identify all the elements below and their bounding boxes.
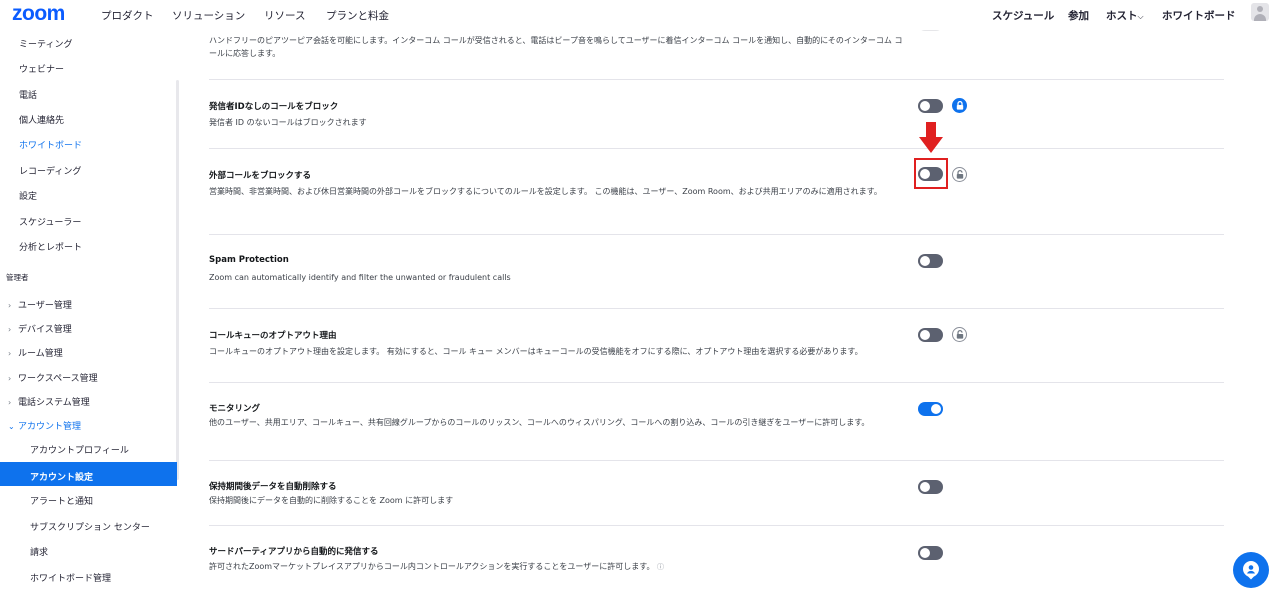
setting-title: Spam Protection (209, 255, 289, 265)
setting-description-text: 許可されたZoomマーケットプレイスアプリからコール内コントロールアクションを実… (209, 562, 655, 571)
sidebar-item-webinars[interactable]: ウェビナー (19, 62, 64, 75)
divider (209, 148, 1224, 149)
nav-products[interactable]: プロダクト (101, 8, 154, 23)
divider (209, 234, 1224, 235)
setting-description: 他のユーザー、共用エリア、コールキュー、共有回線グループからのコールのリッスン、… (209, 418, 870, 427)
sidebar-item-phone[interactable]: 電話 (19, 88, 37, 101)
divider (209, 460, 1224, 461)
sidebar-item-recordings[interactable]: レコーディング (19, 164, 81, 177)
monitoring-toggle[interactable] (918, 402, 943, 416)
divider (209, 79, 1224, 80)
sidebar-item-label: ルーム管理 (18, 349, 63, 359)
sidebar-item-label: アカウント管理 (18, 422, 82, 432)
setting-description: コールキューのオプトアウト理由を設定します。 有効にすると、コール キュー メン… (209, 347, 863, 356)
sidebar-scrollbar[interactable] (176, 80, 179, 480)
nav-plans-pricing[interactable]: プランと料金 (326, 8, 389, 23)
setting-title: サードパーティアプリから自動的に発信する (209, 547, 379, 557)
setting-description: 保持期間後にデータを自動的に削除することを Zoom に許可します (209, 496, 454, 505)
help-icon (1243, 561, 1259, 580)
sidebar-item-phone-system-management[interactable]: › 電話システム管理 (8, 395, 90, 408)
chevron-down-icon: ⌄ (8, 422, 15, 431)
sidebar-item-reports[interactable]: 分析とレポート (19, 240, 82, 253)
divider (209, 382, 1224, 383)
setting-description: ハンドフリーのピアツーピア会話を可能にします。インターコム コールが受信されると… (209, 36, 903, 58)
nav-host-label: ホスト (1106, 10, 1138, 22)
red-down-arrow-icon (919, 122, 943, 153)
info-icon[interactable]: ⓘ (657, 563, 664, 571)
nav-schedule[interactable]: スケジュール (992, 8, 1054, 23)
sidebar-admin-header: 管理者 (6, 273, 29, 282)
setting-title: コールキューのオプトアウト理由 (209, 331, 337, 341)
settings-list: ハンドフリーのピアツーピア会話を可能にします。インターコム コールが受信されると… (209, 0, 1225, 594)
sidebar-item-user-management[interactable]: › ユーザー管理 (8, 298, 72, 311)
setting-title: 保持期間後データを自動削除する (209, 482, 337, 492)
top-navigation-bar: zoom プロダクト ソリューション リソース プランと料金 スケジュール 参加… (0, 0, 1278, 30)
lock-icon[interactable] (952, 327, 967, 342)
third-party-app-calls-toggle[interactable] (918, 546, 943, 560)
sidebar-item-label: 電話システム管理 (18, 398, 90, 408)
avatar[interactable] (1251, 3, 1269, 21)
block-external-calls-toggle[interactable] (918, 167, 943, 181)
setting-description: 許可されたZoomマーケットプレイスアプリからコール内コントロールアクションを実… (209, 561, 909, 574)
sidebar-item-account-management[interactable]: ⌄ アカウント管理 (8, 419, 81, 432)
spam-protection-toggle[interactable] (918, 254, 943, 268)
sidebar-item-billing[interactable]: 請求 (30, 545, 48, 558)
help-button[interactable] (1233, 552, 1269, 588)
sidebar-item-contacts[interactable]: 個人連絡先 (19, 113, 64, 126)
sidebar-item-settings[interactable]: 設定 (19, 189, 37, 202)
setting-description: 発信者 ID のないコールはブロックされます (209, 118, 367, 127)
sidebar-item-workspace-management[interactable]: › ワークスペース管理 (8, 371, 98, 384)
sidebar-item-meetings[interactable]: ミーティング (19, 37, 72, 50)
sidebar-item-account-profile[interactable]: アカウントプロフィール (30, 443, 129, 456)
nav-host[interactable]: ホスト⌵ (1106, 8, 1144, 23)
chevron-right-icon: › (8, 374, 12, 383)
block-no-caller-id-toggle[interactable] (918, 99, 943, 113)
sidebar-item-room-management[interactable]: › ルーム管理 (8, 346, 63, 359)
nav-solutions[interactable]: ソリューション (172, 8, 245, 23)
lock-icon[interactable] (952, 167, 967, 182)
nav-resources[interactable]: リソース (264, 8, 305, 23)
auto-delete-data-toggle[interactable] (918, 480, 943, 494)
setting-title: 外部コールをブロックする (209, 171, 312, 181)
chevron-right-icon: › (8, 325, 12, 334)
call-queue-opt-out-toggle[interactable] (918, 328, 943, 342)
lock-icon[interactable] (952, 98, 967, 113)
setting-title: モニタリング (209, 404, 261, 414)
sidebar-item-account-settings[interactable]: アカウント設定 (0, 462, 177, 486)
sidebar-item-device-management[interactable]: › デバイス管理 (8, 322, 72, 335)
setting-title: 発信者IDなしのコールをブロック (209, 102, 339, 112)
sidebar-item-alerts[interactable]: アラートと通知 (30, 494, 93, 507)
chevron-right-icon: › (8, 398, 12, 407)
divider (209, 308, 1224, 309)
sidebar-item-subscription-center[interactable]: サブスクリプション センター (30, 520, 150, 533)
sidebar-item-scheduler[interactable]: スケジューラー (19, 215, 81, 228)
nav-join[interactable]: 参加 (1068, 8, 1089, 23)
nav-whiteboard[interactable]: ホワイトボード (1162, 8, 1236, 23)
chevron-right-icon: › (8, 349, 12, 358)
sidebar-item-whiteboard-management[interactable]: ホワイトボード管理 (30, 571, 111, 584)
chevron-right-icon: › (8, 301, 12, 310)
setting-description: Zoom can automatically identify and filt… (209, 273, 511, 282)
chevron-down-icon: ⌵ (1137, 12, 1144, 21)
divider (209, 525, 1224, 526)
sidebar-item-label: ユーザー管理 (18, 301, 72, 311)
sidebar-item-label: ワークスペース管理 (18, 374, 98, 384)
setting-description: 営業時間、非営業時間、および休日営業時間の外部コールをブロックするについてのルー… (209, 187, 882, 196)
sidebar-item-label: デバイス管理 (18, 325, 72, 335)
sidebar-item-whiteboards[interactable]: ホワイトボード (19, 138, 82, 151)
zoom-logo[interactable]: zoom (12, 2, 65, 26)
sidebar: ミーティング ウェビナー 電話 個人連絡先 ホワイトボード レコーディング 設定… (0, 30, 179, 594)
